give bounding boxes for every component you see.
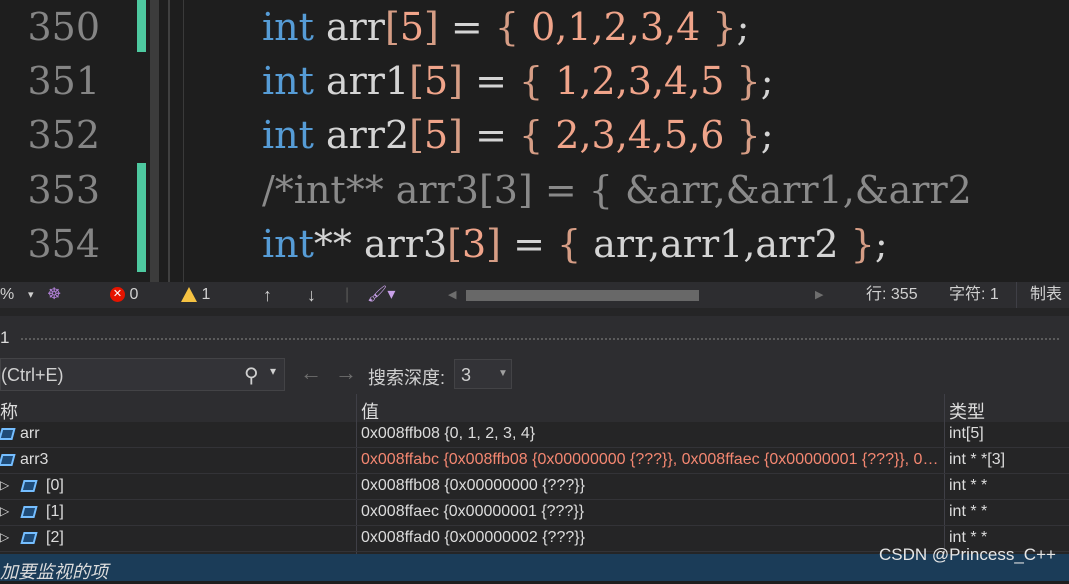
- warning-icon: [181, 287, 197, 303]
- search-depth-label: 搜索深度:: [368, 368, 446, 388]
- code-line-354[interactable]: int** arr3[3] = { arr,arr1,arr2 };: [262, 217, 888, 271]
- table-row[interactable]: arr 0x008ffb08 {0, 1, 2, 3, 4} int[5]: [0, 422, 1069, 448]
- code-line-351[interactable]: int arr1[5] = { 1,2,3,4,5 };: [262, 54, 774, 108]
- scroll-left-icon[interactable]: ◀: [448, 282, 456, 308]
- down-arrow-icon[interactable]: ↓: [307, 282, 316, 308]
- drag-grip[interactable]: [20, 337, 1060, 342]
- table-row[interactable]: arr3 0x008ffabc {0x008ffb08 {0x00000000 …: [0, 448, 1069, 474]
- change-marker: [137, 0, 146, 52]
- forward-arrow-icon[interactable]: →: [335, 360, 357, 386]
- watch-window: 1 (Ctrl+E) ⚲ ▾ ← → 搜索深度: 3 ▼ 称 值 类型 arr …: [0, 308, 1069, 582]
- column-header-type[interactable]: 类型: [949, 398, 985, 424]
- column-header-name[interactable]: 称: [0, 398, 18, 424]
- chevron-down-icon: ▼: [498, 368, 508, 379]
- search-input[interactable]: (Ctrl+E) ⚲ ▾: [0, 358, 285, 391]
- error-icon: ✕: [110, 287, 125, 303]
- search-icon[interactable]: ⚲: [244, 363, 259, 388]
- line-number: 352: [27, 113, 100, 157]
- line-number-gutter: 350 351 352 353 354: [0, 0, 150, 282]
- variable-icon: [20, 480, 38, 492]
- watch-toolbar: (Ctrl+E) ⚲ ▾ ← → 搜索深度: 3 ▼: [0, 358, 1069, 394]
- brush-icon[interactable]: 🖌▾: [367, 282, 395, 308]
- watermark: CSDN @Princess_C++: [879, 545, 1056, 564]
- watch-column-headers: 称 值 类型: [0, 394, 1069, 422]
- editor-separator: [168, 0, 170, 282]
- variable-icon: [0, 454, 16, 466]
- expand-icon[interactable]: ▷: [0, 530, 9, 544]
- up-arrow-icon[interactable]: ↑: [263, 282, 272, 308]
- variable-icon: [20, 532, 38, 544]
- watch-title: 1: [0, 328, 10, 347]
- char-indicator[interactable]: 字符: 1: [949, 282, 999, 308]
- zoom-level[interactable]: %: [0, 282, 14, 308]
- intellicode-icon[interactable]: ☸: [47, 282, 61, 308]
- line-number: 350: [27, 5, 100, 49]
- code-line-352[interactable]: int arr2[5] = { 2,3,4,5,6 };: [262, 108, 774, 162]
- add-watch-placeholder: 加要监视的项: [0, 562, 108, 582]
- zoom-dropdown-icon[interactable]: ▾: [28, 282, 34, 308]
- code-line-350[interactable]: int arr[5] = { 0,1,2,3,4 };: [262, 0, 749, 54]
- line-number: 353: [27, 168, 100, 212]
- code-editor[interactable]: 350 351 352 353 354 int arr[5] = { 0,1,2…: [0, 0, 1069, 282]
- horizontal-scrollbar-thumb[interactable]: [466, 290, 699, 301]
- search-depth-select[interactable]: 3 ▼: [454, 359, 512, 389]
- warning-count[interactable]: 1: [181, 282, 210, 308]
- line-indicator[interactable]: 行: 355: [866, 282, 918, 308]
- watch-title-bar[interactable]: 1: [0, 316, 1069, 358]
- error-count[interactable]: ✕ 0: [110, 282, 138, 308]
- code-line-353[interactable]: /*int** arr3[3] = { &arr,&arr1,&arr2: [262, 163, 972, 217]
- variable-icon: [0, 428, 16, 440]
- search-placeholder: (Ctrl+E): [1, 365, 64, 385]
- scroll-right-icon[interactable]: ▶: [815, 282, 823, 308]
- variable-icon: [20, 506, 38, 518]
- indent-guide: [183, 0, 184, 282]
- line-number: 354: [27, 222, 100, 266]
- change-marker: [137, 163, 146, 272]
- expand-icon[interactable]: ▷: [0, 478, 9, 492]
- column-header-value[interactable]: 值: [361, 398, 379, 424]
- search-dropdown-icon[interactable]: ▾: [270, 364, 276, 378]
- editor-status-bar: % ▾ ☸ ✕ 0 1 ↑ ↓ | 🖌▾ ◀ ▶ 行: 355 字符: 1 制表…: [0, 282, 1069, 329]
- table-row[interactable]: ▷ [1] 0x008ffaec {0x00000001 {???}} int …: [0, 500, 1069, 526]
- table-row[interactable]: ▷ [0] 0x008ffb08 {0x00000000 {???}} int …: [0, 474, 1069, 500]
- line-number: 351: [27, 59, 100, 103]
- editor-margin: [150, 0, 159, 282]
- expand-icon[interactable]: ▷: [0, 504, 9, 518]
- back-arrow-icon[interactable]: ←: [300, 360, 322, 386]
